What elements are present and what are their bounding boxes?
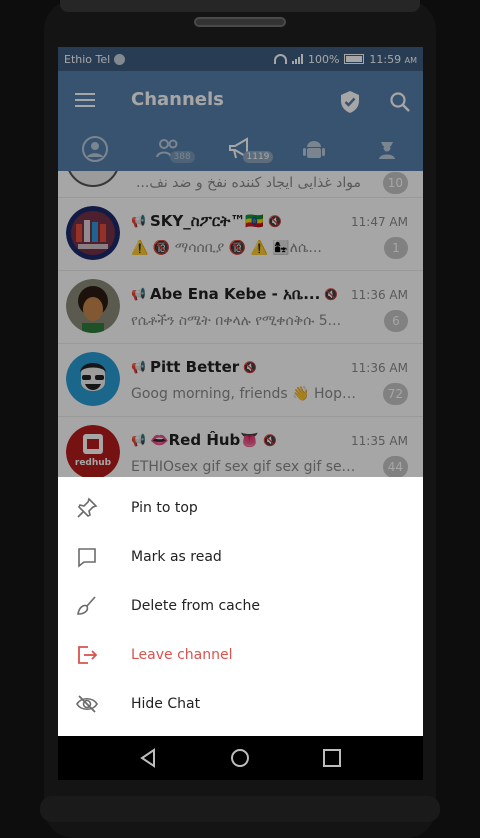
- chat-name-text: 👄Red Ĥub👅: [149, 431, 259, 449]
- chat-preview: ⚠️ 🔞 ማሳሰቢያ 🔞 ⚠️ 👩‍👧ለሴ...: [131, 240, 322, 256]
- broom-icon: [77, 596, 96, 615]
- shield-check-icon[interactable]: [340, 90, 360, 114]
- channel-icon: 📢: [131, 360, 146, 374]
- back-triangle-icon[interactable]: [136, 746, 160, 770]
- unread-badge: 10: [382, 172, 408, 194]
- chat-title: 📢 Abe Ena Kebe - አቤ... 🔇: [131, 285, 338, 303]
- phone-bottom-edge: [40, 796, 440, 822]
- search-icon[interactable]: [389, 91, 411, 113]
- unread-badge: 72: [382, 383, 408, 405]
- chat-title: 📢 Pitt Better 🔇: [131, 358, 257, 376]
- tab-channels[interactable]: 1119: [213, 129, 274, 169]
- chat-time: 11:35 AM: [351, 434, 408, 448]
- sync-icon: [114, 53, 126, 65]
- menu-item-label: Hide Chat: [131, 696, 201, 712]
- tab-groups[interactable]: 388: [140, 129, 196, 169]
- mute-icon: 🔇: [324, 287, 339, 301]
- mute-icon: 🔇: [243, 360, 257, 374]
- tab-users[interactable]: [67, 129, 123, 169]
- filter-tabs: 388 1119: [58, 126, 423, 171]
- chat-title: 📢 SKY_ስፖርት™🇪🇹 🔇: [131, 212, 282, 230]
- chat-preview: مواد غذایی ایجاد کننده نفخ و ضد نف...: [135, 175, 361, 191]
- menu-icon[interactable]: [75, 93, 95, 109]
- screen: Ethio Tel 100% 11:59 AM Channels 388 111…: [58, 47, 423, 736]
- recents-square-icon[interactable]: [320, 746, 344, 770]
- unread-badge: 1: [384, 237, 408, 259]
- status-bar: Ethio Tel 100% 11:59 AM: [58, 47, 423, 71]
- system-nav-bar: [58, 736, 423, 780]
- signal-icon: [291, 54, 303, 64]
- avatar: [66, 206, 120, 260]
- channel-icon: 📢: [131, 433, 146, 447]
- avatar-logo-text: redhub: [75, 458, 112, 468]
- app-bar: Channels 388 1119: [58, 71, 423, 171]
- leave-icon: [78, 646, 98, 664]
- menu-item-label: Delete from cache: [131, 598, 260, 614]
- channel-icon: 📢: [131, 287, 146, 301]
- tab-channels-badge: 1119: [242, 150, 274, 163]
- battery-percent: 100%: [307, 52, 340, 66]
- list-item[interactable]: redhub 📢 👄Red Ĥub👅 🔇 11:35 AM ETHIOsex g…: [58, 417, 423, 481]
- pin-icon: [77, 497, 98, 518]
- chat-name-text: Pitt Better: [149, 358, 240, 376]
- avatar: [66, 352, 120, 406]
- menu-item-leave-channel[interactable]: Leave channel: [58, 631, 423, 679]
- carrier-name: Ethio Tel: [64, 52, 111, 66]
- battery-icon: [344, 54, 365, 64]
- tab-bots[interactable]: [286, 129, 342, 169]
- menu-item-mark-read[interactable]: Mark as read: [58, 533, 423, 581]
- list-item[interactable]: 📢 Abe Ena Kebe - አቤ... 🔇 11:36 AM የሴቶችን …: [58, 271, 423, 344]
- list-item[interactable]: 📢 Pitt Better 🔇 11:36 AM Goog morning, f…: [58, 344, 423, 417]
- context-menu-sheet: Pin to top Mark as read Delete from cach…: [58, 477, 423, 736]
- page-title: Channels: [131, 89, 224, 110]
- phone-top-edge: [60, 0, 420, 12]
- menu-item-pin[interactable]: Pin to top: [58, 484, 423, 532]
- android-icon: [302, 140, 325, 158]
- menu-item-label: Leave channel: [131, 647, 233, 663]
- clock: 11:59 AM: [369, 53, 417, 66]
- chat-list: مواد غذایی ایجاد کننده نفخ و ضد نف... 10…: [58, 171, 423, 481]
- chat-time: 11:47 AM: [351, 215, 408, 229]
- list-item[interactable]: 📢 SKY_ስፖርት™🇪🇹 🔇 11:47 AM ⚠️ 🔞 ማሳሰቢያ 🔞 ⚠️…: [58, 198, 423, 271]
- person-icon: [81, 135, 108, 162]
- avatar: [66, 171, 120, 187]
- chat-name-text: Abe Ena Kebe - አቤ...: [149, 285, 321, 303]
- menu-item-delete-cache[interactable]: Delete from cache: [58, 582, 423, 630]
- menu-item-label: Pin to top: [131, 500, 198, 516]
- tab-groups-badge: 388: [169, 150, 195, 163]
- avatar: redhub: [66, 425, 120, 479]
- clock-ampm: AM: [404, 55, 417, 65]
- tab-admin[interactable]: [359, 129, 415, 169]
- carrier-group: Ethio Tel: [64, 52, 126, 66]
- mute-icon: 🔇: [267, 214, 282, 228]
- chat-name-text: SKY_ስፖርት™🇪🇹: [149, 212, 264, 230]
- chat-preview: ETHIOsex gif sex gif sex gif sex E...: [131, 459, 361, 475]
- clock-time: 11:59: [369, 52, 402, 66]
- mute-icon: 🔇: [262, 433, 277, 447]
- channel-icon: 📢: [131, 214, 146, 228]
- status-right: 100% 11:59 AM: [273, 52, 417, 66]
- chat-preview: የሴቶችን ስሜት በቀላሉ የሚቀሰቅሱ 5...: [131, 313, 342, 329]
- chat-time: 11:36 AM: [351, 288, 408, 302]
- unread-badge: 6: [384, 310, 408, 332]
- eye-off-icon: [76, 695, 98, 713]
- wifi-icon: [273, 54, 287, 64]
- home-circle-icon[interactable]: [228, 746, 252, 770]
- agent-icon: [378, 141, 395, 159]
- unread-badge: 44: [382, 456, 408, 478]
- chat-title: 📢 👄Red Ĥub👅 🔇: [131, 431, 277, 449]
- chat-preview: Goog morning, friends 👋 Hope y...: [131, 386, 361, 402]
- chat-time: 11:36 AM: [351, 361, 408, 375]
- chat-bubble-icon: [78, 548, 96, 568]
- list-item[interactable]: مواد غذایی ایجاد کننده نفخ و ضد نف... 10: [58, 171, 423, 198]
- phone-speaker: [194, 17, 286, 27]
- menu-item-hide-chat[interactable]: Hide Chat: [58, 680, 423, 728]
- menu-item-label: Mark as read: [131, 549, 222, 565]
- avatar: [66, 279, 120, 333]
